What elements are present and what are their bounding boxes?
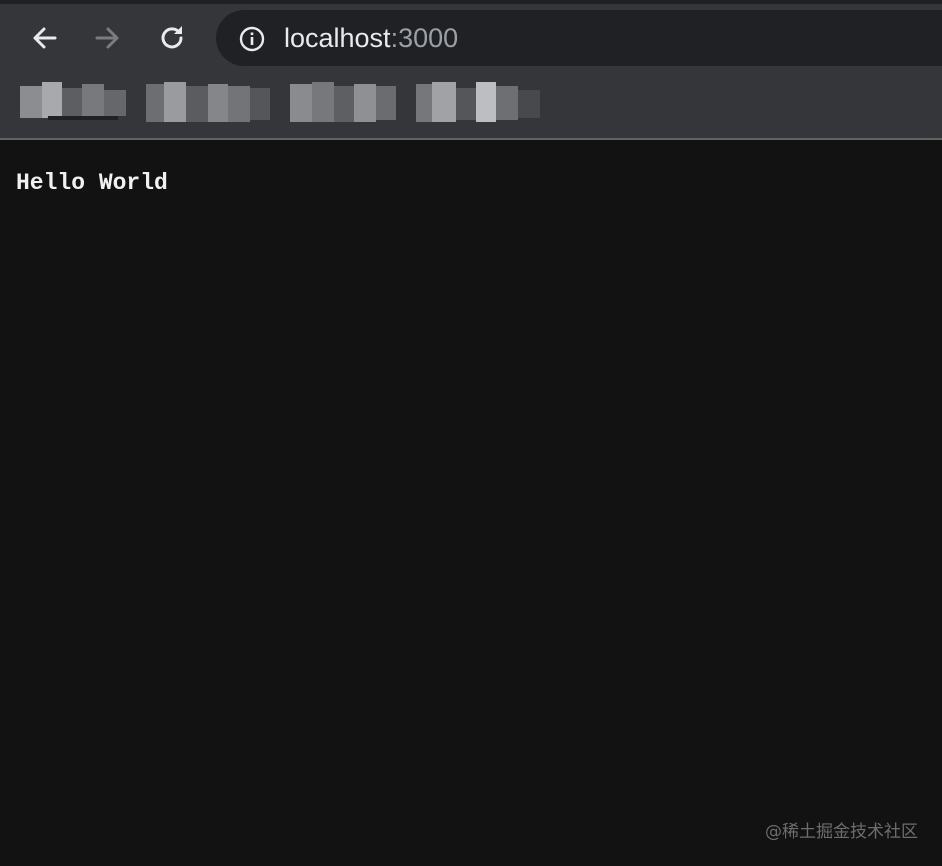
url-host: localhost xyxy=(284,23,391,53)
back-arrow-icon xyxy=(33,27,57,49)
address-bar[interactable]: localhost:3000 xyxy=(216,10,942,66)
reload-button[interactable] xyxy=(154,20,190,56)
url-text[interactable]: localhost:3000 xyxy=(284,23,458,53)
bookmark-item[interactable] xyxy=(20,82,126,124)
url-port: :3000 xyxy=(390,23,459,53)
back-button[interactable] xyxy=(26,20,62,56)
hello-world-text: Hello World xyxy=(16,170,168,196)
browser-toolbar: localhost:3000 xyxy=(0,0,942,140)
forward-button[interactable] xyxy=(90,20,126,56)
bookmark-item[interactable] xyxy=(146,82,270,124)
bookmark-item[interactable] xyxy=(416,82,540,124)
bookmark-item[interactable] xyxy=(290,82,396,124)
window-top-edge xyxy=(0,0,942,4)
watermark-text: @稀土掘金技术社区 xyxy=(765,822,918,842)
forward-arrow-icon xyxy=(95,27,119,49)
page-content: Hello World @稀土掘金技术社区 xyxy=(0,140,942,866)
info-icon[interactable] xyxy=(238,25,266,53)
reload-icon xyxy=(161,26,183,49)
